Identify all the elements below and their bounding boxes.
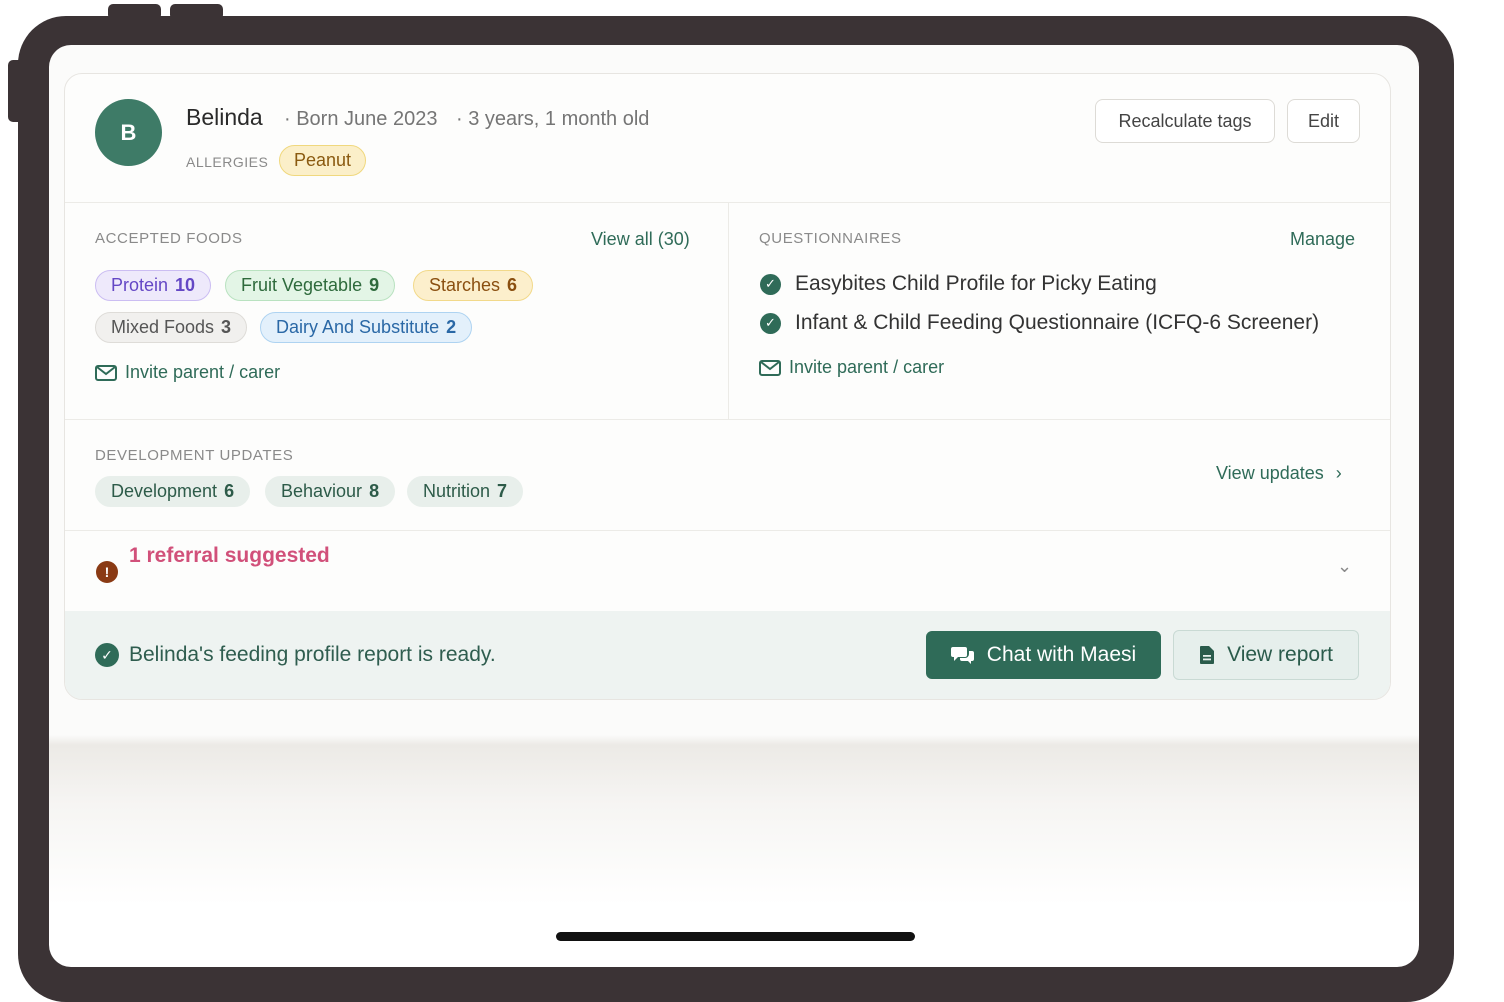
questionnaire-title: Infant & Child Feeding Questionnaire (IC… [795,311,1320,334]
home-indicator [556,932,915,941]
chip-label: Development [111,481,218,501]
divider [65,419,1390,420]
check-circle-icon: ✓ [95,643,119,667]
chip-label: Nutrition [423,481,491,501]
view-all-foods-link[interactable]: View all (30) [591,229,690,250]
chip-count: 7 [497,481,508,501]
view-updates-label: View updates [1216,463,1324,483]
mail-icon [95,364,117,381]
dev-chip-behaviour[interactable]: Behaviour 8 [265,476,396,507]
food-chip-mixed-foods[interactable]: Mixed Foods 3 [95,312,248,343]
chip-label: Mixed Foods [111,317,215,337]
birth-date: · Born June 2023 [284,108,438,130]
questionnaire-item[interactable]: ✓ Infant & Child Feeding Questionnaire (… [760,311,1319,335]
food-chip-protein[interactable]: Protein 10 [95,270,212,301]
recalculate-tags-button[interactable]: Recalculate tags [1095,99,1275,143]
allergy-chip: Peanut [279,145,367,176]
chat-label: Chat with Maesi [986,643,1137,666]
chip-count: 8 [369,481,380,501]
chip-count: 6 [224,481,235,501]
check-circle-icon: ✓ [760,312,781,334]
allergies-label: ALLERGIES [186,154,269,170]
chip-label: Protein [111,275,169,295]
development-updates-label: DEVELOPMENT UPDATES [95,447,294,464]
invite-parent-link-questionnaires[interactable]: Invite parent / carer [759,357,944,378]
chevron-down-icon[interactable]: ⌄ [1337,556,1352,577]
chip-count: 3 [221,317,232,337]
chip-count: 2 [446,317,457,337]
avatar: B [95,99,162,166]
chat-with-maesi-button[interactable]: Chat with Maesi [926,631,1161,679]
invite-parent-link-foods[interactable]: Invite parent / carer [95,362,280,383]
dev-chip-nutrition[interactable]: Nutrition 7 [407,476,524,507]
child-age: · 3 years, 1 month old [456,108,650,130]
view-report-button[interactable]: View report [1173,630,1359,680]
divider-vertical [728,203,729,419]
chip-count: 10 [175,275,196,295]
view-report-label: View report [1227,643,1333,666]
referral-title[interactable]: 1 referral suggested [129,544,330,568]
chat-bubbles-icon [950,647,974,664]
check-circle-icon: ✓ [760,273,781,295]
report-footer: ✓ Belinda's feeding profile report is re… [65,611,1390,699]
dev-chip-development[interactable]: Development 6 [95,476,251,507]
chip-count: 6 [507,275,518,295]
chip-count: 9 [369,275,380,295]
food-chip-starches[interactable]: Starches 6 [413,270,534,301]
chevron-right-icon: › [1335,463,1342,483]
mail-icon [759,359,781,376]
chip-label: Dairy And Substitute [276,317,440,337]
food-chip-dairy-and-substitute[interactable]: Dairy And Substitute 2 [260,312,473,343]
invite-label: Invite parent / carer [125,362,281,382]
chip-label: Fruit Vegetable [241,275,363,295]
questionnaire-item[interactable]: ✓ Easybites Child Profile for Picky Eati… [760,272,1157,296]
chip-label: Starches [429,275,501,295]
food-chip-fruit-vegetable[interactable]: Fruit Vegetable 9 [225,270,396,301]
view-updates-link[interactable]: View updates › [1216,463,1342,484]
chip-label: Behaviour [281,481,363,501]
questionnaires-label: QUESTIONNAIRES [759,230,902,247]
accepted-foods-label: ACCEPTED FOODS [95,230,243,247]
screen: B Belinda · Born June 2023 · 3 years, 1 … [49,45,1419,967]
child-name: Belinda [186,104,263,130]
report-ready-text: Belinda's feeding profile report is read… [129,643,496,666]
divider [65,530,1390,531]
invite-label: Invite parent / carer [789,357,945,377]
child-profile-card: B Belinda · Born June 2023 · 3 years, 1 … [64,73,1391,700]
alert-icon: ! [96,561,118,583]
questionnaire-title: Easybites Child Profile for Picky Eating [795,272,1157,295]
report-ready-status: ✓ Belinda's feeding profile report is re… [95,643,496,667]
document-icon [1200,646,1215,664]
edit-button[interactable]: Edit [1287,99,1360,143]
manage-questionnaires-link[interactable]: Manage [1290,229,1355,250]
